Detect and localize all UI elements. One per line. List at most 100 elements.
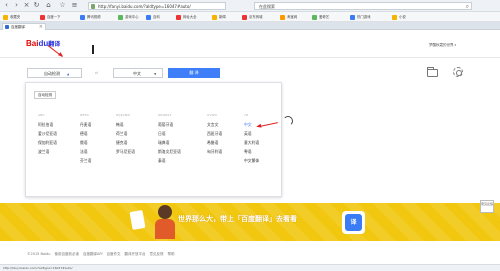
bookmark-label: 百科 (153, 14, 160, 19)
bookmark-item[interactable]: 京东商城 (242, 14, 263, 20)
bookmark-favicon-icon (392, 14, 397, 20)
language-option[interactable]: 泰语 (158, 158, 196, 167)
bookmark-favicon-icon (312, 14, 317, 20)
target-language-value: 中文 (133, 71, 141, 76)
bookmark-favicon-icon (118, 14, 123, 20)
tab-favicon-icon (5, 25, 9, 29)
target-language-select[interactable]: 中文 ▼ (113, 68, 163, 78)
language-group-header: OPQRST (158, 113, 172, 117)
language-group-header: YZ (244, 113, 249, 117)
banner-slogan: 世界那么大，带上「百度翻译」去看看 (178, 215, 297, 223)
swap-languages-icon[interactable]: ⇄ (95, 70, 98, 76)
language-group-header: UVWX (207, 113, 218, 117)
language-option[interactable]: 文言文 (207, 122, 245, 131)
bookmark-label: 游戏中心 (125, 14, 139, 19)
footer-link[interactable]: 使用百度前必读 (54, 252, 79, 256)
language-option[interactable]: 瑞典语 (158, 140, 196, 149)
footer-link[interactable]: 百度作文 (107, 252, 121, 256)
language-option[interactable]: 波兰语 (38, 149, 76, 158)
user-menu[interactable]: 梦醒秋霜的世界▾ (429, 43, 456, 48)
tab-title: 百度翻译 (11, 25, 25, 29)
tab-bar: 百度翻译 × (0, 22, 500, 30)
tab-close-icon[interactable]: × (39, 24, 43, 30)
footer-link[interactable]: 百度翻译API (83, 252, 103, 256)
language-option[interactable]: 法语 (80, 149, 118, 158)
menu-icon[interactable]: ≡ (70, 1, 79, 10)
promo-banner[interactable]: 世界那么大，带上「百度翻译」去看看 译 (0, 203, 500, 241)
baidu-fanyi-logo[interactable]: Baidu翻译 (26, 39, 60, 50)
language-option[interactable]: 爱沙尼亚语 (38, 131, 76, 140)
source-language-select[interactable]: 自动检测 ▲ (27, 68, 82, 78)
bookmarks-bar: 收藏夹 百度一下 腾讯视频 游戏中心 百科 网址大全 新闻 京东商城 淘宝网 爱奇艺 热门游戏 小说 (0, 12, 500, 22)
back-icon[interactable]: ‹ (2, 1, 11, 10)
gear-icon[interactable] (453, 67, 463, 77)
auto-detect-option[interactable]: 自动检测 (34, 91, 56, 99)
language-option[interactable]: 俄语 (80, 140, 118, 149)
language-option[interactable]: 丹麦语 (80, 122, 118, 131)
language-option[interactable]: 希腊语 (207, 140, 245, 149)
footer-link[interactable]: 帮助 (168, 252, 175, 256)
bookmark-item[interactable]: 新闻 (212, 14, 226, 20)
language-option[interactable]: 匈牙利语 (207, 149, 245, 158)
translate-button[interactable]: 翻 译 (168, 68, 220, 78)
language-option[interactable]: 西班牙语 (207, 131, 245, 140)
bookmark-item[interactable]: 爱奇艺 (312, 14, 329, 20)
language-option[interactable]: 保加利亚语 (38, 140, 76, 149)
bookmark-item[interactable]: 游戏中心 (118, 14, 139, 20)
bookmark-item[interactable]: 热门游戏 (350, 14, 371, 20)
language-option[interactable]: 罗马尼亚语 (116, 149, 154, 158)
language-option[interactable]: 中文繁体 (244, 158, 282, 167)
footer-link[interactable]: 翻译开放平台 (125, 252, 146, 256)
language-option[interactable]: 捷克语 (116, 140, 154, 149)
bookmark-label: 腾讯视频 (87, 14, 101, 19)
bookmark-item[interactable]: 百度一下 (40, 14, 61, 20)
bookmark-item[interactable]: 收藏夹 (3, 14, 20, 20)
close-icon[interactable]: × (22, 1, 31, 10)
bookmark-label: 淘宝网 (287, 14, 298, 19)
language-column: YZ 中文 英语 意大利语 粤语 中文繁体 (244, 113, 282, 167)
language-group-header: HIJKLMN (116, 113, 130, 117)
folder-icon[interactable] (427, 67, 438, 77)
lock-icon (91, 4, 95, 9)
mascot-head (158, 205, 172, 219)
address-bar[interactable]: http://fanyi.baidu.com/?aldtype=16047#au… (88, 2, 226, 10)
language-option[interactable]: 日语 (158, 131, 196, 140)
language-option[interactable]: 斯洛文尼亚语 (158, 149, 196, 158)
favorite-icon[interactable]: ☆ (58, 1, 67, 10)
language-option[interactable]: 芬兰语 (80, 158, 118, 167)
language-option[interactable]: 阿拉伯语 (38, 122, 76, 131)
bookmark-item[interactable]: 腾讯视频 (80, 14, 101, 20)
language-option[interactable]: 粤语 (244, 149, 282, 158)
hand-drawn-mark (283, 116, 293, 126)
feedback-side-button[interactable]: 意见反馈 (480, 200, 494, 213)
language-option[interactable]: 葡萄牙语 (158, 122, 196, 131)
bookmark-item[interactable]: 小说 (392, 14, 406, 20)
bookmark-label: 网址大全 (183, 14, 197, 19)
bookmark-item[interactable]: 百科 (146, 14, 160, 20)
refresh-icon[interactable]: ↻ (32, 1, 41, 10)
chevron-up-icon: ▲ (67, 72, 70, 76)
page-header: Baidu翻译 梦醒秋霜的世界▾ (0, 31, 500, 58)
user-name: 梦醒秋霜的世界 (429, 43, 454, 47)
fanyi-app-icon: 译 (342, 211, 365, 234)
tab-baidu-fanyi[interactable]: 百度翻译 × (2, 23, 46, 30)
bookmark-item[interactable]: 淘宝网 (280, 14, 297, 20)
home-icon[interactable]: ⌂ (44, 1, 53, 10)
footer-link[interactable]: 意见反馈 (150, 252, 164, 256)
language-column: HIJKLMN 韩语 荷兰语 捷克语 罗马尼亚语 (116, 113, 154, 158)
source-language-value: 自动检测 (44, 71, 60, 76)
search-icon[interactable]: ⌕ (466, 3, 469, 10)
browser-search-input[interactable]: 在此搜索 ⌕ (254, 2, 472, 10)
mouse-cursor (92, 45, 94, 54)
language-column: ABC 阿拉伯语 爱沙尼亚语 保加利亚语 波兰语 (38, 113, 76, 158)
language-option[interactable]: 韩语 (116, 122, 154, 131)
language-option[interactable]: 意大利语 (244, 140, 282, 149)
bookmark-item[interactable]: 网址大全 (176, 14, 197, 20)
bookmark-label: 小说 (399, 14, 406, 19)
language-option[interactable]: 荷兰语 (116, 131, 154, 140)
bookmark-label: 热门游戏 (357, 14, 371, 19)
forward-icon[interactable]: › (12, 1, 21, 10)
language-option[interactable]: 德语 (80, 131, 118, 140)
bookmark-favicon-icon (280, 14, 285, 20)
language-option[interactable]: 英语 (244, 131, 282, 140)
